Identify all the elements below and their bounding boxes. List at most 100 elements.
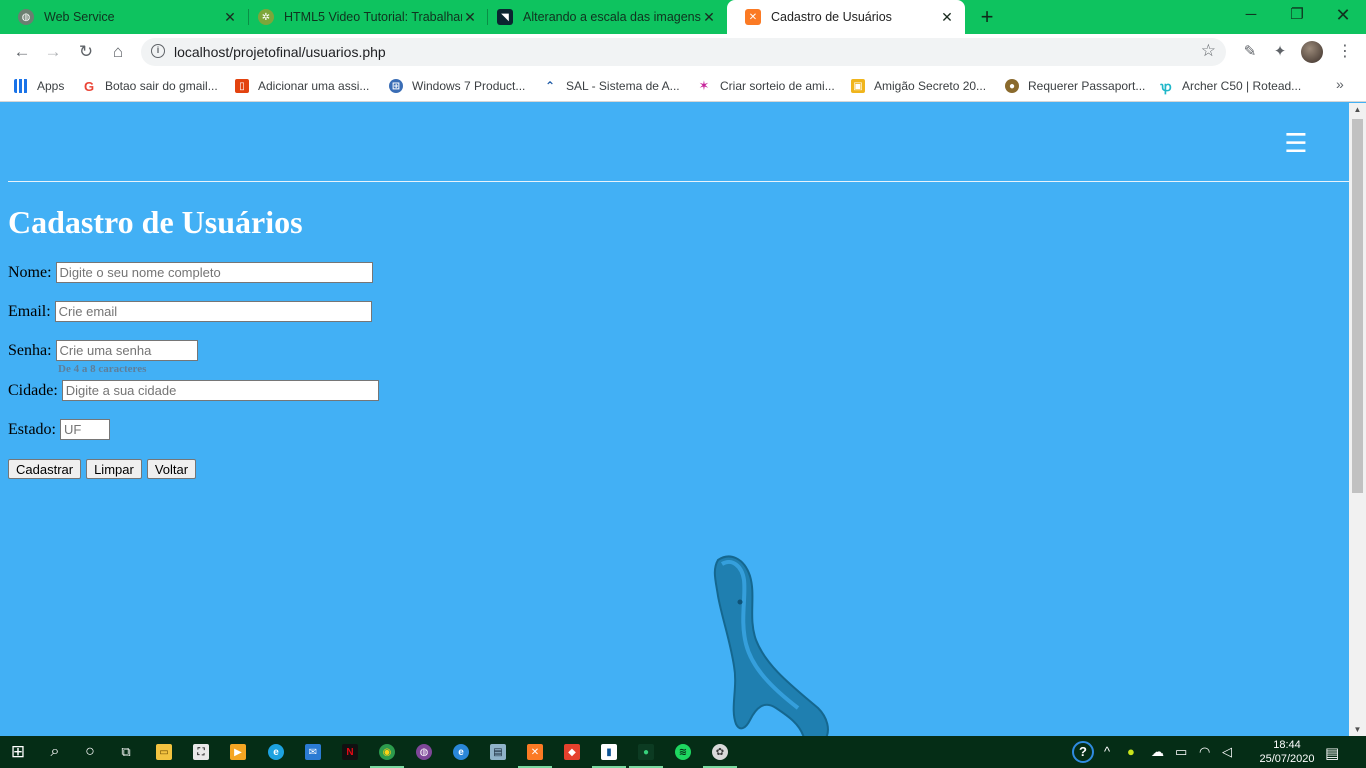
tab-title: Alterando a escala das imagens c: [523, 10, 701, 24]
tab-alterando-escala[interactable]: ◥ Alterando a escala das imagens c ✕: [479, 0, 727, 34]
estado-row: Estado:: [8, 419, 110, 440]
email-row: Email:: [8, 301, 372, 322]
extensions-puzzle-icon[interactable]: ✦: [1268, 40, 1292, 64]
store-icon[interactable]: ⛶: [189, 740, 213, 764]
header-divider: [8, 181, 1349, 182]
bookmark-star-icon[interactable]: ☆: [1201, 41, 1216, 61]
minimize-icon[interactable]: ─: [1228, 0, 1274, 34]
spotify-icon[interactable]: ≋: [671, 740, 695, 764]
new-tab-button[interactable]: +: [976, 4, 998, 30]
bookmark-archer[interactable]: ꝕ Archer C50 | Rotead...: [1159, 76, 1301, 96]
security-shield-icon[interactable]: ●: [1127, 744, 1135, 759]
file-explorer-icon[interactable]: ▭: [152, 740, 176, 764]
battery-icon[interactable]: ▭: [1175, 744, 1187, 760]
estado-input[interactable]: [60, 419, 110, 440]
limpar-button[interactable]: Limpar: [86, 459, 142, 479]
chevron-up-icon[interactable]: ^: [1104, 744, 1110, 759]
info-icon[interactable]: i: [151, 44, 165, 58]
senha-hint: De 4 a 8 caracteres: [58, 363, 147, 375]
task-view-icon[interactable]: ⧉: [114, 740, 138, 764]
window-close-icon[interactable]: ✕: [1320, 0, 1366, 34]
url-text[interactable]: localhost/projetofinal/usuarios.php: [174, 44, 386, 60]
search-icon[interactable]: ⌕: [43, 740, 67, 764]
nome-input[interactable]: [55, 262, 373, 283]
office-icon: ▯: [235, 79, 249, 93]
hamburger-menu-icon[interactable]: ☰: [1284, 130, 1308, 156]
cloud-icon[interactable]: ☁: [1151, 744, 1164, 760]
tor-icon[interactable]: ◍: [412, 740, 436, 764]
reload-icon[interactable]: ↻: [74, 40, 98, 64]
windows-start-icon[interactable]: ⊞: [6, 740, 30, 764]
page-scrollbar[interactable]: ▲ ▼: [1349, 103, 1366, 736]
bookmark-label: Adicionar uma assi...: [258, 79, 370, 93]
cadastrar-button[interactable]: Cadastrar: [8, 459, 82, 479]
back-arrow-icon[interactable]: ←: [10, 40, 34, 64]
browser-toolbar: ← → ↻ ⌂ i localhost/projetofinal/usuario…: [0, 34, 1366, 70]
bookmark-label: Requerer Passaport...: [1028, 79, 1146, 93]
scroll-up-icon[interactable]: ▲: [1352, 105, 1363, 114]
bookmark-label: Windows 7 Product...: [412, 79, 526, 93]
cortana-icon[interactable]: ○: [78, 740, 102, 764]
ie-icon[interactable]: e: [449, 740, 473, 764]
terminal-icon[interactable]: ▮: [597, 740, 621, 764]
bookmark-amigao[interactable]: ▣ Amigão Secreto 20...: [851, 76, 986, 96]
volume-icon[interactable]: ◁: [1222, 744, 1232, 760]
restore-icon[interactable]: ❐: [1274, 0, 1320, 34]
bookmark-label: Botao sair do gmail...: [105, 79, 218, 93]
media-player-icon[interactable]: ▶: [226, 740, 250, 764]
bookmark-gmail[interactable]: G Botao sair do gmail...: [82, 76, 218, 96]
page-content: ☰ Cadastro de Usuários Nome: Email: Senh…: [0, 103, 1349, 736]
tab-strip: ◍ Web Service ✕ ✲ HTML5 Video Tutorial: …: [0, 0, 1366, 34]
paint-icon[interactable]: ✿: [708, 740, 732, 764]
edge-icon[interactable]: e: [264, 740, 288, 764]
email-input[interactable]: [54, 301, 372, 322]
tab-html5-video[interactable]: ✲ HTML5 Video Tutorial: Trabalhan ✕: [240, 0, 488, 34]
home-icon[interactable]: ⌂: [106, 40, 130, 64]
help-icon[interactable]: ?: [1072, 741, 1094, 763]
netflix-icon[interactable]: N: [338, 740, 362, 764]
wifi-icon[interactable]: ◠: [1199, 744, 1210, 760]
close-icon[interactable]: ✕: [222, 9, 238, 26]
extension-pen-icon[interactable]: ✎: [1238, 40, 1262, 64]
voltar-button[interactable]: Voltar: [146, 459, 197, 479]
xampp-taskbar-icon[interactable]: ✕: [523, 740, 547, 764]
close-icon[interactable]: ✕: [701, 9, 717, 26]
notifications-icon[interactable]: ▤: [1325, 744, 1339, 762]
bookmark-apps[interactable]: Apps: [14, 76, 64, 96]
tab-title: HTML5 Video Tutorial: Trabalhan: [284, 10, 462, 24]
bookmark-office[interactable]: ▯ Adicionar uma assi...: [235, 76, 369, 96]
close-icon[interactable]: ✕: [939, 9, 955, 26]
bookmark-passaporte[interactable]: ● Requerer Passaport...: [1005, 76, 1145, 96]
tab-cadastro-usuarios[interactable]: ✕ Cadastro de Usuários ✕: [727, 0, 965, 34]
profile-avatar[interactable]: [1301, 41, 1323, 63]
email-label: Email:: [8, 302, 51, 320]
mail-icon[interactable]: ✉: [301, 740, 325, 764]
gear-icon: ✲: [258, 9, 274, 25]
bookmark-label: Archer C50 | Rotead...: [1182, 79, 1302, 93]
page-title: Cadastro de Usuários: [8, 204, 303, 240]
senha-input[interactable]: [55, 340, 198, 361]
close-icon[interactable]: ✕: [462, 9, 478, 26]
chevron-right-double-icon[interactable]: »: [1336, 76, 1344, 92]
scrollbar-thumb[interactable]: [1352, 119, 1363, 493]
bookmark-sorteio[interactable]: ✶ Criar sorteio de ami...: [697, 76, 835, 96]
bookmark-windows7[interactable]: ⊞ Windows 7 Product...: [389, 76, 525, 96]
bookmark-label: SAL - Sistema de A...: [566, 79, 680, 93]
badge-icon: ●: [1005, 79, 1019, 93]
anydesk-icon[interactable]: ◆: [560, 740, 584, 764]
system-clock[interactable]: 18:44 25/07/2020: [1254, 738, 1320, 766]
more-menu-icon[interactable]: ⋮: [1333, 40, 1357, 64]
green-dot-app-icon[interactable]: ●: [634, 740, 658, 764]
bookmark-label: Criar sorteio de ami...: [720, 79, 835, 93]
address-bar[interactable]: i localhost/projetofinal/usuarios.php ☆: [141, 38, 1226, 66]
bookmark-sal[interactable]: ⌃ SAL - Sistema de A...: [543, 76, 680, 96]
scroll-down-icon[interactable]: ▼: [1352, 725, 1363, 734]
bookmark-label: Amigão Secreto 20...: [874, 79, 987, 93]
senha-label: Senha:: [8, 341, 52, 359]
forward-arrow-icon[interactable]: →: [41, 40, 65, 64]
clapper-icon[interactable]: ▤: [486, 740, 510, 764]
cidade-input[interactable]: [61, 380, 379, 401]
chrome-icon[interactable]: ◉: [375, 740, 399, 764]
cidade-label: Cidade:: [8, 381, 58, 399]
tab-web-service[interactable]: ◍ Web Service ✕: [0, 0, 248, 34]
